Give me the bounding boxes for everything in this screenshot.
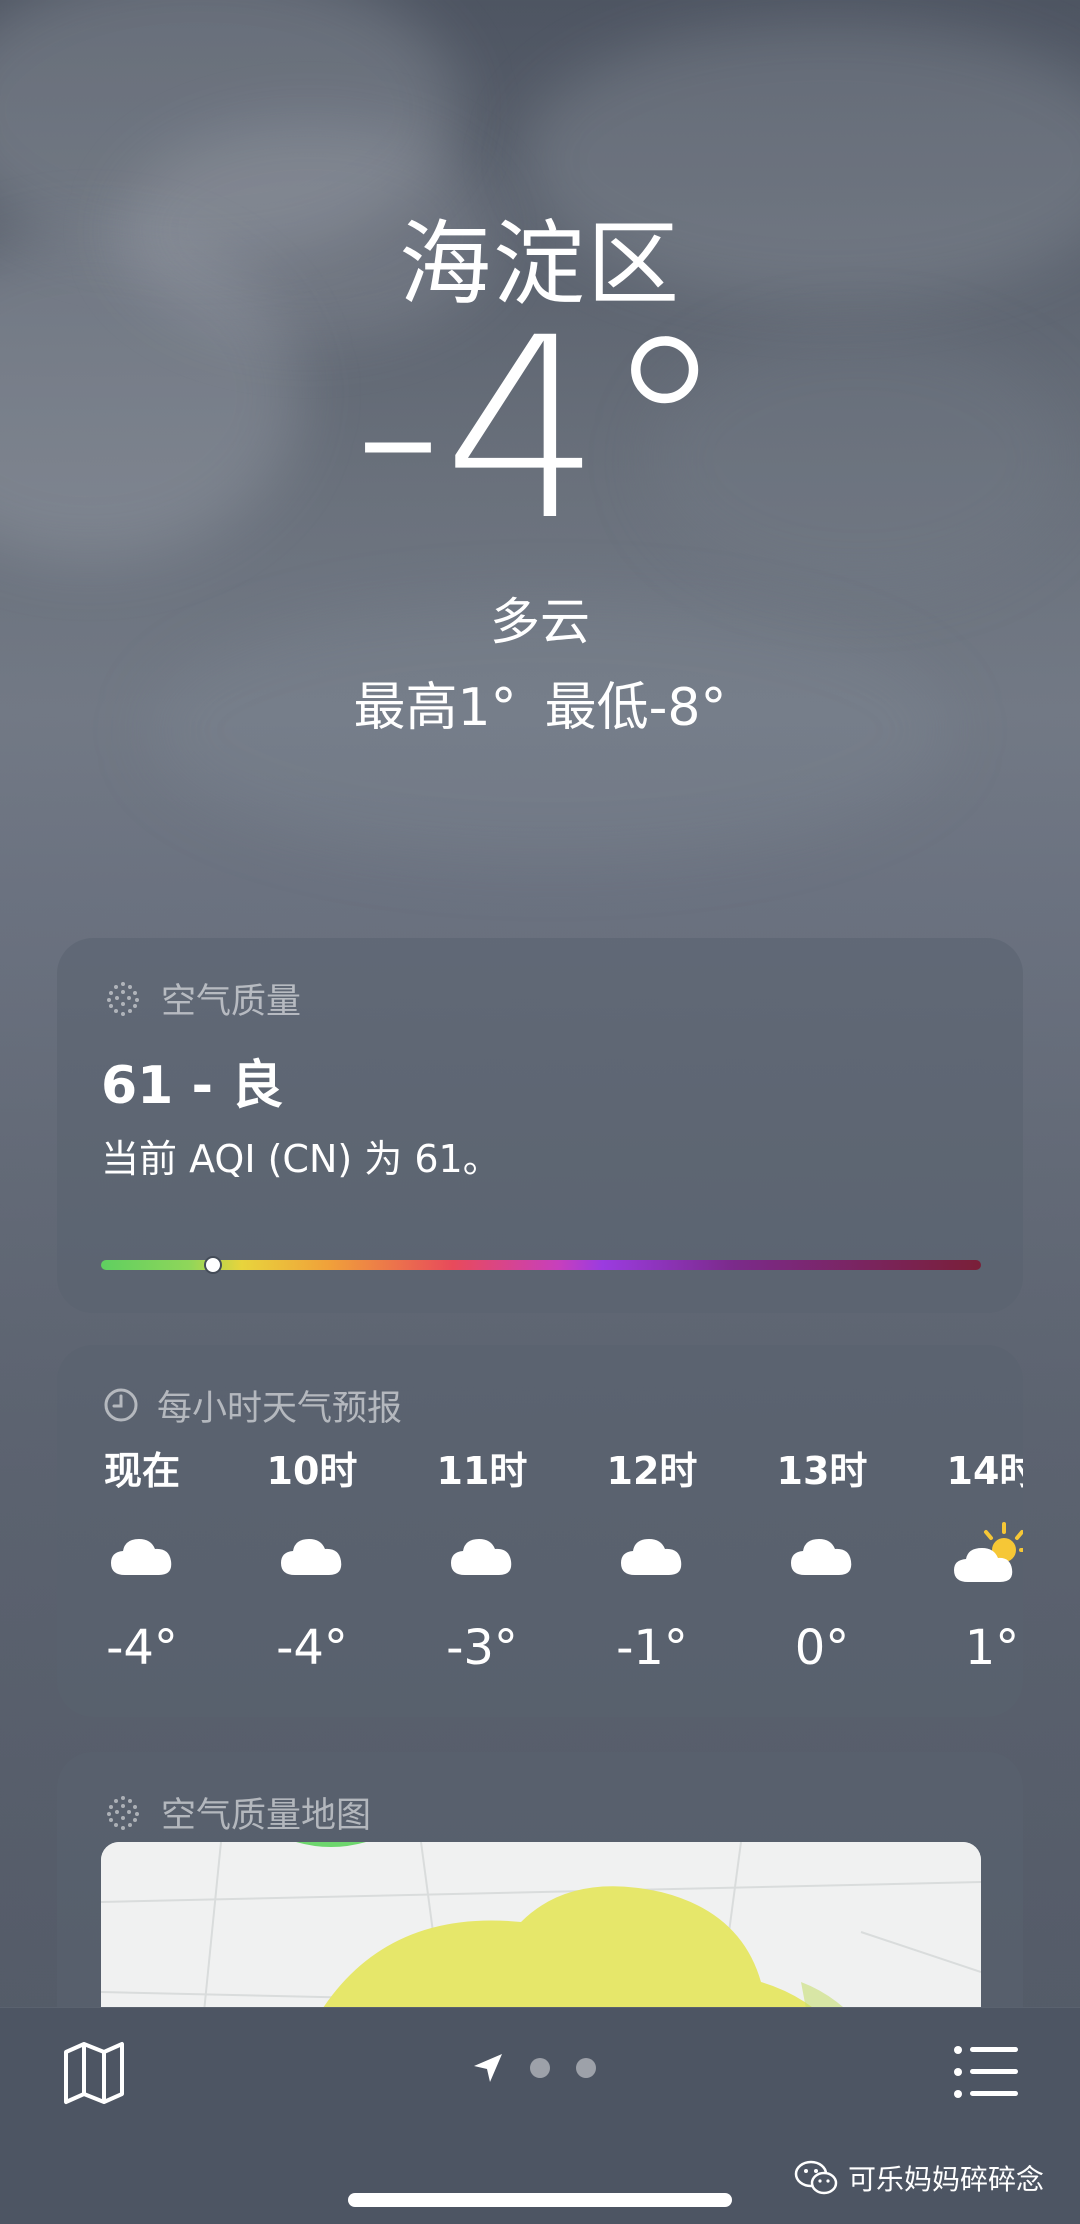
hourly-time: 12时	[606, 1449, 698, 1493]
hourly-item: 14时 1°	[907, 1440, 1023, 1676]
high-low-temperature: 最高1° 最低-8°	[0, 665, 1080, 740]
hourly-temperature: 0°	[794, 1620, 850, 1676]
cloud-icon	[737, 1500, 907, 1610]
hourly-item: 10时 -4°	[227, 1440, 397, 1676]
air-quality-map-title: 空气质量地图	[103, 1782, 371, 1842]
list-icon[interactable]	[952, 2044, 1020, 2100]
hourly-time: 10时	[266, 1449, 358, 1493]
watermark: 可乐妈妈碎碎念	[794, 2158, 1044, 2198]
weather-condition: 多云	[490, 593, 590, 651]
hourly-item: 11时 -3°	[397, 1440, 567, 1676]
aqi-scale-bar	[101, 1260, 981, 1270]
hourly-forecast-card[interactable]: 每小时天气预报 现在 -4° 10时 -4° 11时 -3° 12时 -1° 13时 0° 14时 1…	[57, 1345, 1023, 1717]
air-quality-dots-icon	[107, 1796, 139, 1830]
aqi-value: 61 - 良	[101, 1056, 284, 1116]
air-quality-map-title-text: 空气质量地图	[161, 1795, 372, 1836]
cloud-icon	[57, 1500, 227, 1610]
cloud-icon	[397, 1500, 567, 1610]
map-icon[interactable]	[60, 2038, 128, 2106]
page-dot	[576, 2058, 596, 2078]
bottom-toolbar: 可乐妈妈碎碎念	[0, 2007, 1080, 2224]
hourly-item: 现在 -4°	[57, 1440, 227, 1676]
aqi-indicator-dot	[203, 1256, 222, 1274]
hourly-time: 11时	[436, 1449, 528, 1493]
partly-sunny-icon	[907, 1500, 1023, 1610]
page-indicator[interactable]	[472, 2052, 596, 2084]
hourly-item: 13时 0°	[737, 1440, 907, 1676]
location-arrow-icon	[474, 2054, 502, 2082]
air-quality-title-text: 空气质量	[161, 981, 302, 1022]
hourly-temperature: -4°	[106, 1620, 178, 1676]
clock-icon	[104, 1388, 138, 1422]
hourly-temperature: -4°	[276, 1620, 348, 1676]
wechat-icon	[794, 2160, 838, 2195]
air-quality-card[interactable]: 空气质量 61 - 良 当前 AQI (CN) 为 61。	[57, 938, 1023, 1313]
hourly-forecast-title-text: 每小时天气预报	[157, 1388, 403, 1429]
hourly-temperature: -1°	[616, 1620, 688, 1676]
hourly-time: 14时	[946, 1449, 1023, 1493]
watermark-text: 可乐妈妈碎碎念	[847, 2163, 1044, 2196]
air-quality-title: 空气质量	[103, 968, 301, 1028]
current-temperature: -4°	[352, 284, 728, 575]
aqi-description: 当前 AQI (CN) 为 61。	[101, 1137, 501, 1181]
home-indicator[interactable]	[348, 2193, 732, 2207]
cloud-icon	[567, 1500, 737, 1610]
cloud-icon	[227, 1500, 397, 1610]
low-temperature: 最低-8°	[544, 678, 727, 738]
hourly-temperature: -3°	[446, 1620, 518, 1676]
hourly-time: 13时	[776, 1449, 868, 1493]
hourly-forecast-title: 每小时天气预报	[103, 1375, 402, 1435]
hourly-forecast-list[interactable]: 现在 -4° 10时 -4° 11时 -3° 12时 -1° 13时 0° 14时 1°	[57, 1440, 1023, 1700]
page-dot	[530, 2058, 550, 2078]
hourly-temperature: 1°	[964, 1620, 1020, 1676]
hourly-time: 现在	[103, 1449, 180, 1493]
hourly-item: 12时 -1°	[567, 1440, 737, 1676]
air-quality-dots-icon	[107, 982, 139, 1016]
high-temperature: 最高1°	[353, 678, 517, 738]
